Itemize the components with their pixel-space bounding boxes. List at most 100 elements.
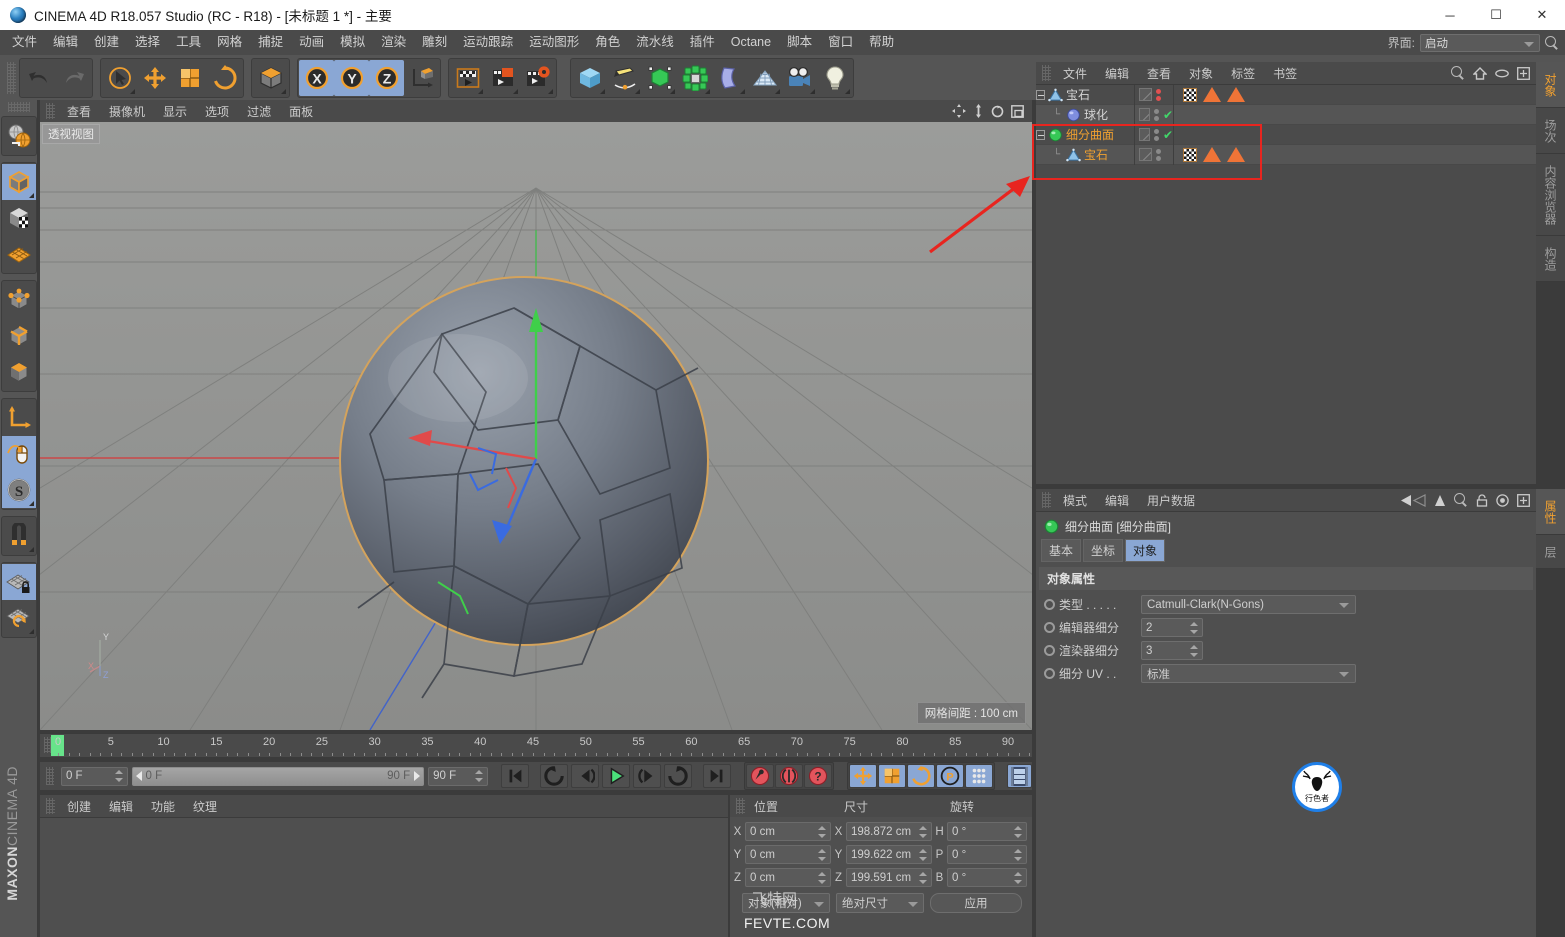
nurbs-icon[interactable] — [642, 60, 677, 96]
property-animate-toggle[interactable] — [1044, 599, 1055, 610]
attribute-tab-2[interactable]: 对象 — [1125, 539, 1165, 562]
checker-material-tag[interactable] — [1183, 88, 1197, 102]
editor-visibility-dot[interactable] — [1156, 89, 1161, 94]
spline-pen-icon[interactable] — [607, 60, 642, 96]
animation-toolbar-grip[interactable] — [46, 767, 54, 785]
spinner-icon[interactable] — [1013, 849, 1022, 861]
bend-deformer-icon[interactable] — [712, 60, 747, 96]
position-key-icon[interactable] — [849, 764, 877, 788]
lock-icon[interactable] — [1476, 494, 1488, 507]
menu-item-0[interactable]: 文件 — [4, 30, 45, 55]
spinner-icon[interactable] — [1013, 826, 1022, 838]
vertical-tab-内容浏览器[interactable]: 内容浏览器 — [1536, 154, 1565, 236]
expand-icon[interactable] — [1517, 67, 1530, 80]
object-axis-icon[interactable] — [2, 400, 36, 436]
target-icon[interactable] — [1496, 494, 1509, 507]
viewport-menu-3[interactable]: 选项 — [196, 103, 238, 120]
apply-button[interactable]: 应用 — [930, 893, 1022, 913]
object-visibility-column[interactable]: ✔ — [1134, 125, 1174, 145]
record-key-icon[interactable] — [746, 764, 774, 788]
cube-primitive-icon[interactable] — [572, 60, 607, 96]
object-manager-row[interactable]: └ 球化 ✔ — [1036, 105, 1536, 125]
expand-corner-icon[interactable] — [775, 89, 780, 94]
floor-icon[interactable] — [747, 60, 782, 96]
menu-item-13[interactable]: 角色 — [587, 30, 628, 55]
zoom-icon[interactable] — [973, 104, 984, 118]
attribute-manager-menu-2[interactable]: 用户数据 — [1138, 492, 1204, 509]
expand-corner-icon[interactable] — [29, 193, 34, 198]
close-button[interactable]: ✕ — [1519, 0, 1565, 30]
layer-color-box[interactable] — [1139, 148, 1152, 161]
expand-corner-icon[interactable] — [130, 89, 135, 94]
pin-up-icon[interactable] — [1434, 494, 1446, 507]
menu-item-2[interactable]: 创建 — [86, 30, 127, 55]
menu-item-8[interactable]: 模拟 — [332, 30, 373, 55]
nav-back-icon[interactable] — [1400, 494, 1426, 507]
maximize-button[interactable]: ☐ — [1473, 0, 1519, 30]
expand-corner-icon[interactable] — [29, 501, 34, 506]
object-entry[interactable]: 宝石 — [1048, 86, 1134, 103]
expand-corner-icon[interactable] — [635, 89, 640, 94]
viewport-menu-5[interactable]: 面板 — [280, 103, 322, 120]
menu-item-12[interactable]: 运动图形 — [521, 30, 587, 55]
keyframe-selection-icon[interactable]: ? — [804, 764, 832, 788]
ellipse-icon[interactable] — [1495, 69, 1509, 78]
next-keyframe-icon[interactable] — [664, 764, 692, 788]
viewport-solo-icon[interactable] — [2, 436, 36, 472]
visibility-dots[interactable] — [1156, 149, 1161, 161]
size-field[interactable]: 198.872 cm — [846, 822, 932, 841]
live-selection-icon[interactable] — [102, 60, 137, 96]
play-icon[interactable] — [602, 764, 630, 788]
property-animate-toggle[interactable] — [1044, 622, 1055, 633]
material-menu-2[interactable]: 功能 — [142, 798, 184, 815]
deformer-tag-icon[interactable] — [1203, 87, 1221, 102]
rotation-field[interactable]: 0 ° — [947, 868, 1027, 887]
pan-icon[interactable] — [952, 104, 966, 118]
expand-corner-icon[interactable] — [281, 89, 286, 94]
viewport-menu-0[interactable]: 查看 — [58, 103, 100, 120]
object-entry[interactable]: 宝石 — [1066, 146, 1134, 163]
vertical-tab-场次[interactable]: 场次 — [1536, 108, 1565, 154]
spinner-icon[interactable] — [817, 849, 826, 861]
rotate-view-icon[interactable] — [991, 105, 1004, 118]
attribute-manager-menu-1[interactable]: 编辑 — [1096, 492, 1138, 509]
object-visibility-column[interactable]: ✔ — [1134, 105, 1174, 125]
workplane-rotate-icon[interactable] — [2, 600, 36, 636]
position-field[interactable]: 0 cm — [745, 822, 831, 841]
magnet-icon[interactable] — [2, 518, 36, 554]
layer-color-box[interactable] — [1139, 88, 1152, 101]
model-mode-icon[interactable] — [2, 164, 36, 200]
axis-y-icon[interactable]: Y — [334, 60, 369, 96]
attribute-manager-menu-0[interactable]: 模式 — [1054, 492, 1096, 509]
toolbar-grip[interactable] — [7, 62, 16, 94]
menu-item-19[interactable]: 帮助 — [861, 30, 902, 55]
object-manager-menu-5[interactable]: 书签 — [1264, 65, 1306, 82]
property-number-field[interactable]: 2 — [1141, 618, 1203, 637]
light-icon[interactable] — [817, 60, 852, 96]
enabled-check-icon[interactable]: ✔ — [1163, 109, 1173, 121]
left-toolbar-grip[interactable] — [8, 102, 30, 112]
property-dropdown[interactable]: 标准 — [1141, 664, 1356, 683]
property-animate-toggle[interactable] — [1044, 668, 1055, 679]
spinner-icon[interactable] — [1189, 645, 1198, 657]
expand-corner-icon[interactable] — [740, 89, 745, 94]
spinner-icon[interactable] — [918, 872, 927, 884]
viewport-menu-2[interactable]: 显示 — [154, 103, 196, 120]
axis-z-icon[interactable]: Z — [369, 60, 404, 96]
deformer-tag-icon[interactable] — [1203, 147, 1221, 162]
editor-visibility-dot[interactable] — [1154, 129, 1159, 134]
render-settings-icon[interactable] — [520, 60, 555, 96]
rotation-key-icon[interactable] — [907, 764, 935, 788]
soft-selection-icon[interactable]: S — [2, 472, 36, 508]
move-icon[interactable] — [137, 60, 172, 96]
start-frame-field[interactable]: 0 F — [61, 767, 128, 786]
layer-color-box[interactable] — [1139, 128, 1150, 141]
editor-visibility-dot[interactable] — [1156, 149, 1161, 154]
expand-corner-icon[interactable] — [670, 89, 675, 94]
viewport-menu-4[interactable]: 过滤 — [238, 103, 280, 120]
autokey-icon[interactable] — [775, 764, 803, 788]
scrub-left-arrow-icon[interactable] — [136, 771, 142, 781]
expand-icon[interactable] — [1517, 494, 1530, 507]
deformer-tag-icon[interactable] — [1227, 147, 1245, 162]
menu-item-3[interactable]: 选择 — [127, 30, 168, 55]
